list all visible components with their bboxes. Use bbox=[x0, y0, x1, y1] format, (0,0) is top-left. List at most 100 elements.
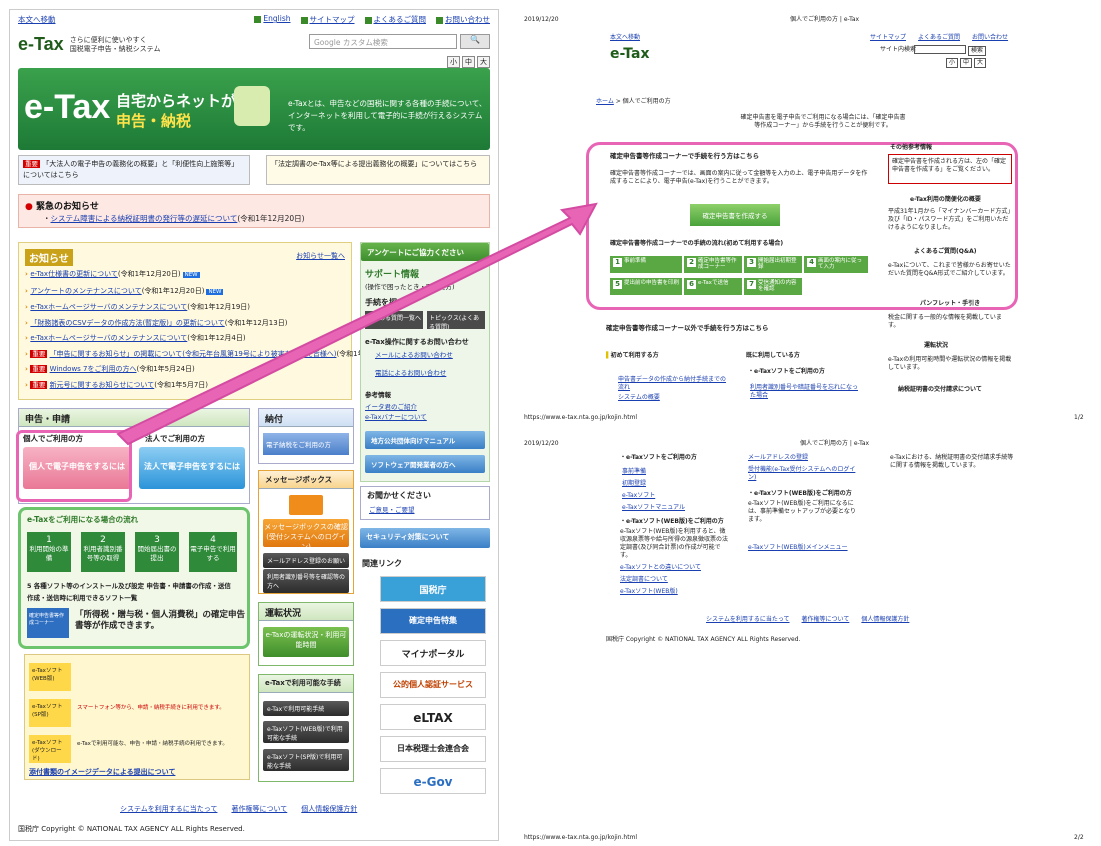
doc-font-small[interactable]: 小 bbox=[946, 58, 959, 68]
p2-login-link[interactable]: 受付機能(e-Tax受付システムへのログイン) bbox=[748, 466, 856, 482]
message-box-login-button[interactable]: メッセージボックスの確認(受付システムへのログイン) bbox=[263, 519, 349, 551]
software-download-button[interactable]: e-Taxソフト(ダウンロード) bbox=[29, 735, 71, 763]
eltax-banner[interactable]: eLTAX bbox=[380, 704, 486, 730]
faq-link[interactable]: よくあるご質問 bbox=[374, 15, 427, 24]
font-medium-button[interactable]: 中 bbox=[462, 56, 475, 68]
info-corporate[interactable]: 重要 「大法人の電子申告の義務化の概要」と「利便性向上施策等」についてはこちら bbox=[18, 155, 250, 185]
p2-footer-copyright[interactable]: 著作権等について bbox=[802, 616, 850, 624]
font-large-button[interactable]: 大 bbox=[477, 56, 490, 68]
p2-soft-link[interactable]: 初期登録 bbox=[622, 478, 685, 490]
mail-contact-link[interactable]: メールによるお問い合わせ bbox=[375, 349, 453, 359]
related-links-title: 関連リンク bbox=[362, 559, 402, 568]
p2-webmenu-link[interactable]: e-Taxソフト(WEB版)メインメニュー bbox=[748, 544, 856, 552]
p2-web2-title: ・e-Taxソフト(WEB版)をご利用の方 bbox=[748, 490, 852, 497]
p2-web-link[interactable]: 法定調書について bbox=[620, 574, 701, 586]
software-web-button[interactable]: e-Taxソフト(WEB版) bbox=[29, 663, 71, 691]
e-payment-button[interactable]: 電子納税をご利用の方 bbox=[263, 433, 349, 455]
faq-list-button[interactable]: よくある質問一覧へ bbox=[365, 311, 423, 329]
doc-search-input[interactable] bbox=[914, 45, 966, 54]
p2-mail-link[interactable]: メールアドレスの登録 bbox=[748, 454, 808, 462]
p2-soft-link[interactable]: 事前準備 bbox=[622, 466, 685, 478]
search-input[interactable]: Google カスタム検索 bbox=[309, 34, 457, 49]
emergency-link[interactable]: システム障害による納税証明書の発行等の遅延について bbox=[51, 214, 238, 223]
english-link[interactable]: English bbox=[263, 14, 290, 23]
doc-breadcrumb-home[interactable]: ホーム bbox=[596, 98, 614, 105]
procedures-sp-button[interactable]: e-Taxソフト(SP版)で利用可能な手続 bbox=[263, 749, 349, 771]
doc-first-link1[interactable]: 申告書データの作成から納付手続までの流れ bbox=[618, 376, 728, 392]
tel-contact-link[interactable]: 電話によるお問い合わせ bbox=[375, 367, 446, 377]
news-link[interactable]: e-Taxホームページサーバのメンテナンスについて bbox=[30, 334, 187, 342]
news-link[interactable]: 新元号に関するお知らせについて bbox=[50, 381, 155, 389]
jpki-banner[interactable]: 公的個人認証サービス bbox=[380, 672, 486, 698]
step-number: 1 bbox=[613, 258, 622, 267]
flow-step-3[interactable]: 3 開始届出書の提出 bbox=[135, 532, 179, 572]
nta-banner[interactable]: 国税庁 bbox=[380, 576, 486, 602]
etakun-link[interactable]: イータ君のご紹介 bbox=[365, 401, 417, 411]
doc-font-large[interactable]: 大 bbox=[974, 58, 987, 68]
doc-already-link[interactable]: 利用者識別番号や暗証番号を忘れになった場合 bbox=[750, 384, 860, 400]
procedures-button[interactable]: e-Taxで利用可能手続 bbox=[263, 701, 349, 716]
news-date: (令和1年5月24日) bbox=[136, 365, 195, 373]
survey-button[interactable]: アンケートにご協力ください bbox=[361, 243, 489, 261]
kakutei-corner-button[interactable]: 確定申告書等作成コーナー bbox=[27, 608, 69, 638]
flow-step-2[interactable]: 2 利用者識別番号等の取得 bbox=[81, 532, 125, 572]
footer-copyright-link[interactable]: 著作権等について bbox=[231, 804, 287, 814]
site-logo[interactable]: e-Tax さらに便利に使いやすく 国税電子申告・納税システム bbox=[18, 34, 160, 55]
mynaportal-banner[interactable]: マイナポータル bbox=[380, 640, 486, 666]
banner-subheadline: 申告・納税 bbox=[116, 112, 192, 130]
p2-footer-usage[interactable]: システムを利用するに当たって bbox=[706, 616, 790, 624]
flow-step-1[interactable]: 1 利用開始の準備 bbox=[27, 532, 71, 572]
p2-web-link[interactable]: e-Taxソフト(WEB版) bbox=[620, 586, 701, 598]
procedures-web-button[interactable]: e-Taxソフト(WEB版)で利用可能な手続 bbox=[263, 721, 349, 743]
news-link[interactable]: e-Taxホームページサーバのメンテナンスについて bbox=[30, 303, 187, 311]
p2-footer-links: システムを利用するに当たって 著作権等について 個人情報保護方針 bbox=[706, 616, 909, 624]
message-box-section: メッセージボックス メッセージボックスの確認(受付システムへのログイン) メール… bbox=[258, 470, 354, 594]
banner-info-link[interactable]: e-Taxバナーについて bbox=[365, 411, 427, 421]
skip-link[interactable]: 本文へ移動 bbox=[18, 14, 56, 25]
local-gov-manual-button[interactable]: 地方公共団体向けマニュアル bbox=[365, 431, 485, 449]
email-register-button[interactable]: メールアドレス登録のお願い bbox=[263, 553, 349, 568]
developer-button[interactable]: ソフトウェア開発業者の方へ bbox=[365, 455, 485, 473]
news-link[interactable]: 「財務諸表のCSVデータの作成方法(暫定版)」の更新について bbox=[30, 319, 224, 327]
news-more-link[interactable]: お知らせ一覧へ bbox=[296, 251, 345, 261]
flow-software-list: 作成・送信時に利用できるソフト一覧 bbox=[27, 594, 138, 602]
security-button[interactable]: セキュリティ対策について bbox=[360, 528, 490, 548]
p2-footer-privacy[interactable]: 個人情報保護方針 bbox=[861, 616, 909, 624]
doc-skip-link[interactable]: 本文へ移動 bbox=[610, 34, 640, 42]
feedback-link[interactable]: ご意見・ご要望 bbox=[369, 506, 415, 514]
zeirishi-banner[interactable]: 日本税理士会連合会 bbox=[380, 736, 486, 762]
news-link[interactable]: Windows 7をご利用の方へ bbox=[50, 365, 137, 373]
egov-banner[interactable]: e-Gov bbox=[380, 768, 486, 794]
doc-font-medium[interactable]: 中 bbox=[960, 58, 973, 68]
footer-privacy-link[interactable]: 個人情報保護方針 bbox=[301, 804, 357, 814]
doc-faq-link[interactable]: よくあるご質問 bbox=[918, 34, 960, 42]
p2-web-link[interactable]: e-Taxソフトとの違いについて bbox=[620, 562, 701, 574]
doc-first-link2[interactable]: システムの概要 bbox=[618, 394, 660, 402]
font-size-selector: 小 中 大 bbox=[447, 56, 490, 68]
software-sp-button[interactable]: e-Taxソフト(SP版) bbox=[29, 699, 71, 727]
corporate-efile-button[interactable]: 法人で電子申告をするには bbox=[139, 447, 245, 489]
font-small-button[interactable]: 小 bbox=[447, 56, 460, 68]
news-link[interactable]: e-Tax仕様書の更新について bbox=[30, 270, 118, 278]
status-button[interactable]: e-Taxの運転状況・利用可能時間 bbox=[263, 627, 349, 657]
doc-sitemap-link[interactable]: サイトマップ bbox=[870, 34, 906, 42]
contact-link[interactable]: お問い合わせ bbox=[445, 15, 490, 24]
search-procedures-title: 手続を探す bbox=[365, 298, 405, 307]
search-button[interactable]: 🔍 bbox=[460, 34, 490, 49]
corporate-tab[interactable]: 法人でご利用の方 bbox=[145, 433, 205, 444]
attachment-link[interactable]: 添付書類のイメージデータによる提出について bbox=[29, 767, 175, 777]
doc-contact-link[interactable]: お問い合わせ bbox=[972, 34, 1008, 42]
news-link[interactable]: アンケートのメンテナンスについて bbox=[30, 287, 141, 295]
flow-step-4[interactable]: 4 電子申告で利用する bbox=[189, 532, 237, 572]
doc-kakutei-button[interactable]: 確定申告書を作成する bbox=[690, 204, 780, 226]
p2-soft-link[interactable]: e-Taxソフトマニュアル bbox=[622, 502, 685, 514]
p2-soft-link[interactable]: e-Taxソフト bbox=[622, 490, 685, 502]
sitemap-link[interactable]: サイトマップ bbox=[310, 15, 355, 24]
news-link[interactable]: 「申告に関するお知らせ」の掲載について(令和元年台風第19号により被害を受けた皆… bbox=[50, 350, 337, 358]
info-statutory[interactable]: 「法定調書のe-Tax等による提出義務化の概要」についてはこちら bbox=[266, 155, 490, 185]
userid-confirm-button[interactable]: 利用者識別番号等を確認等の方へ bbox=[263, 569, 349, 593]
doc-search-button[interactable]: 検索 bbox=[968, 46, 987, 56]
footer-usage-link[interactable]: システムを利用するに当たって bbox=[120, 804, 217, 814]
topics-button[interactable]: トピックス(よくある質問) bbox=[427, 311, 485, 331]
kakutei-special-banner[interactable]: 確定申告特集 bbox=[380, 608, 486, 634]
